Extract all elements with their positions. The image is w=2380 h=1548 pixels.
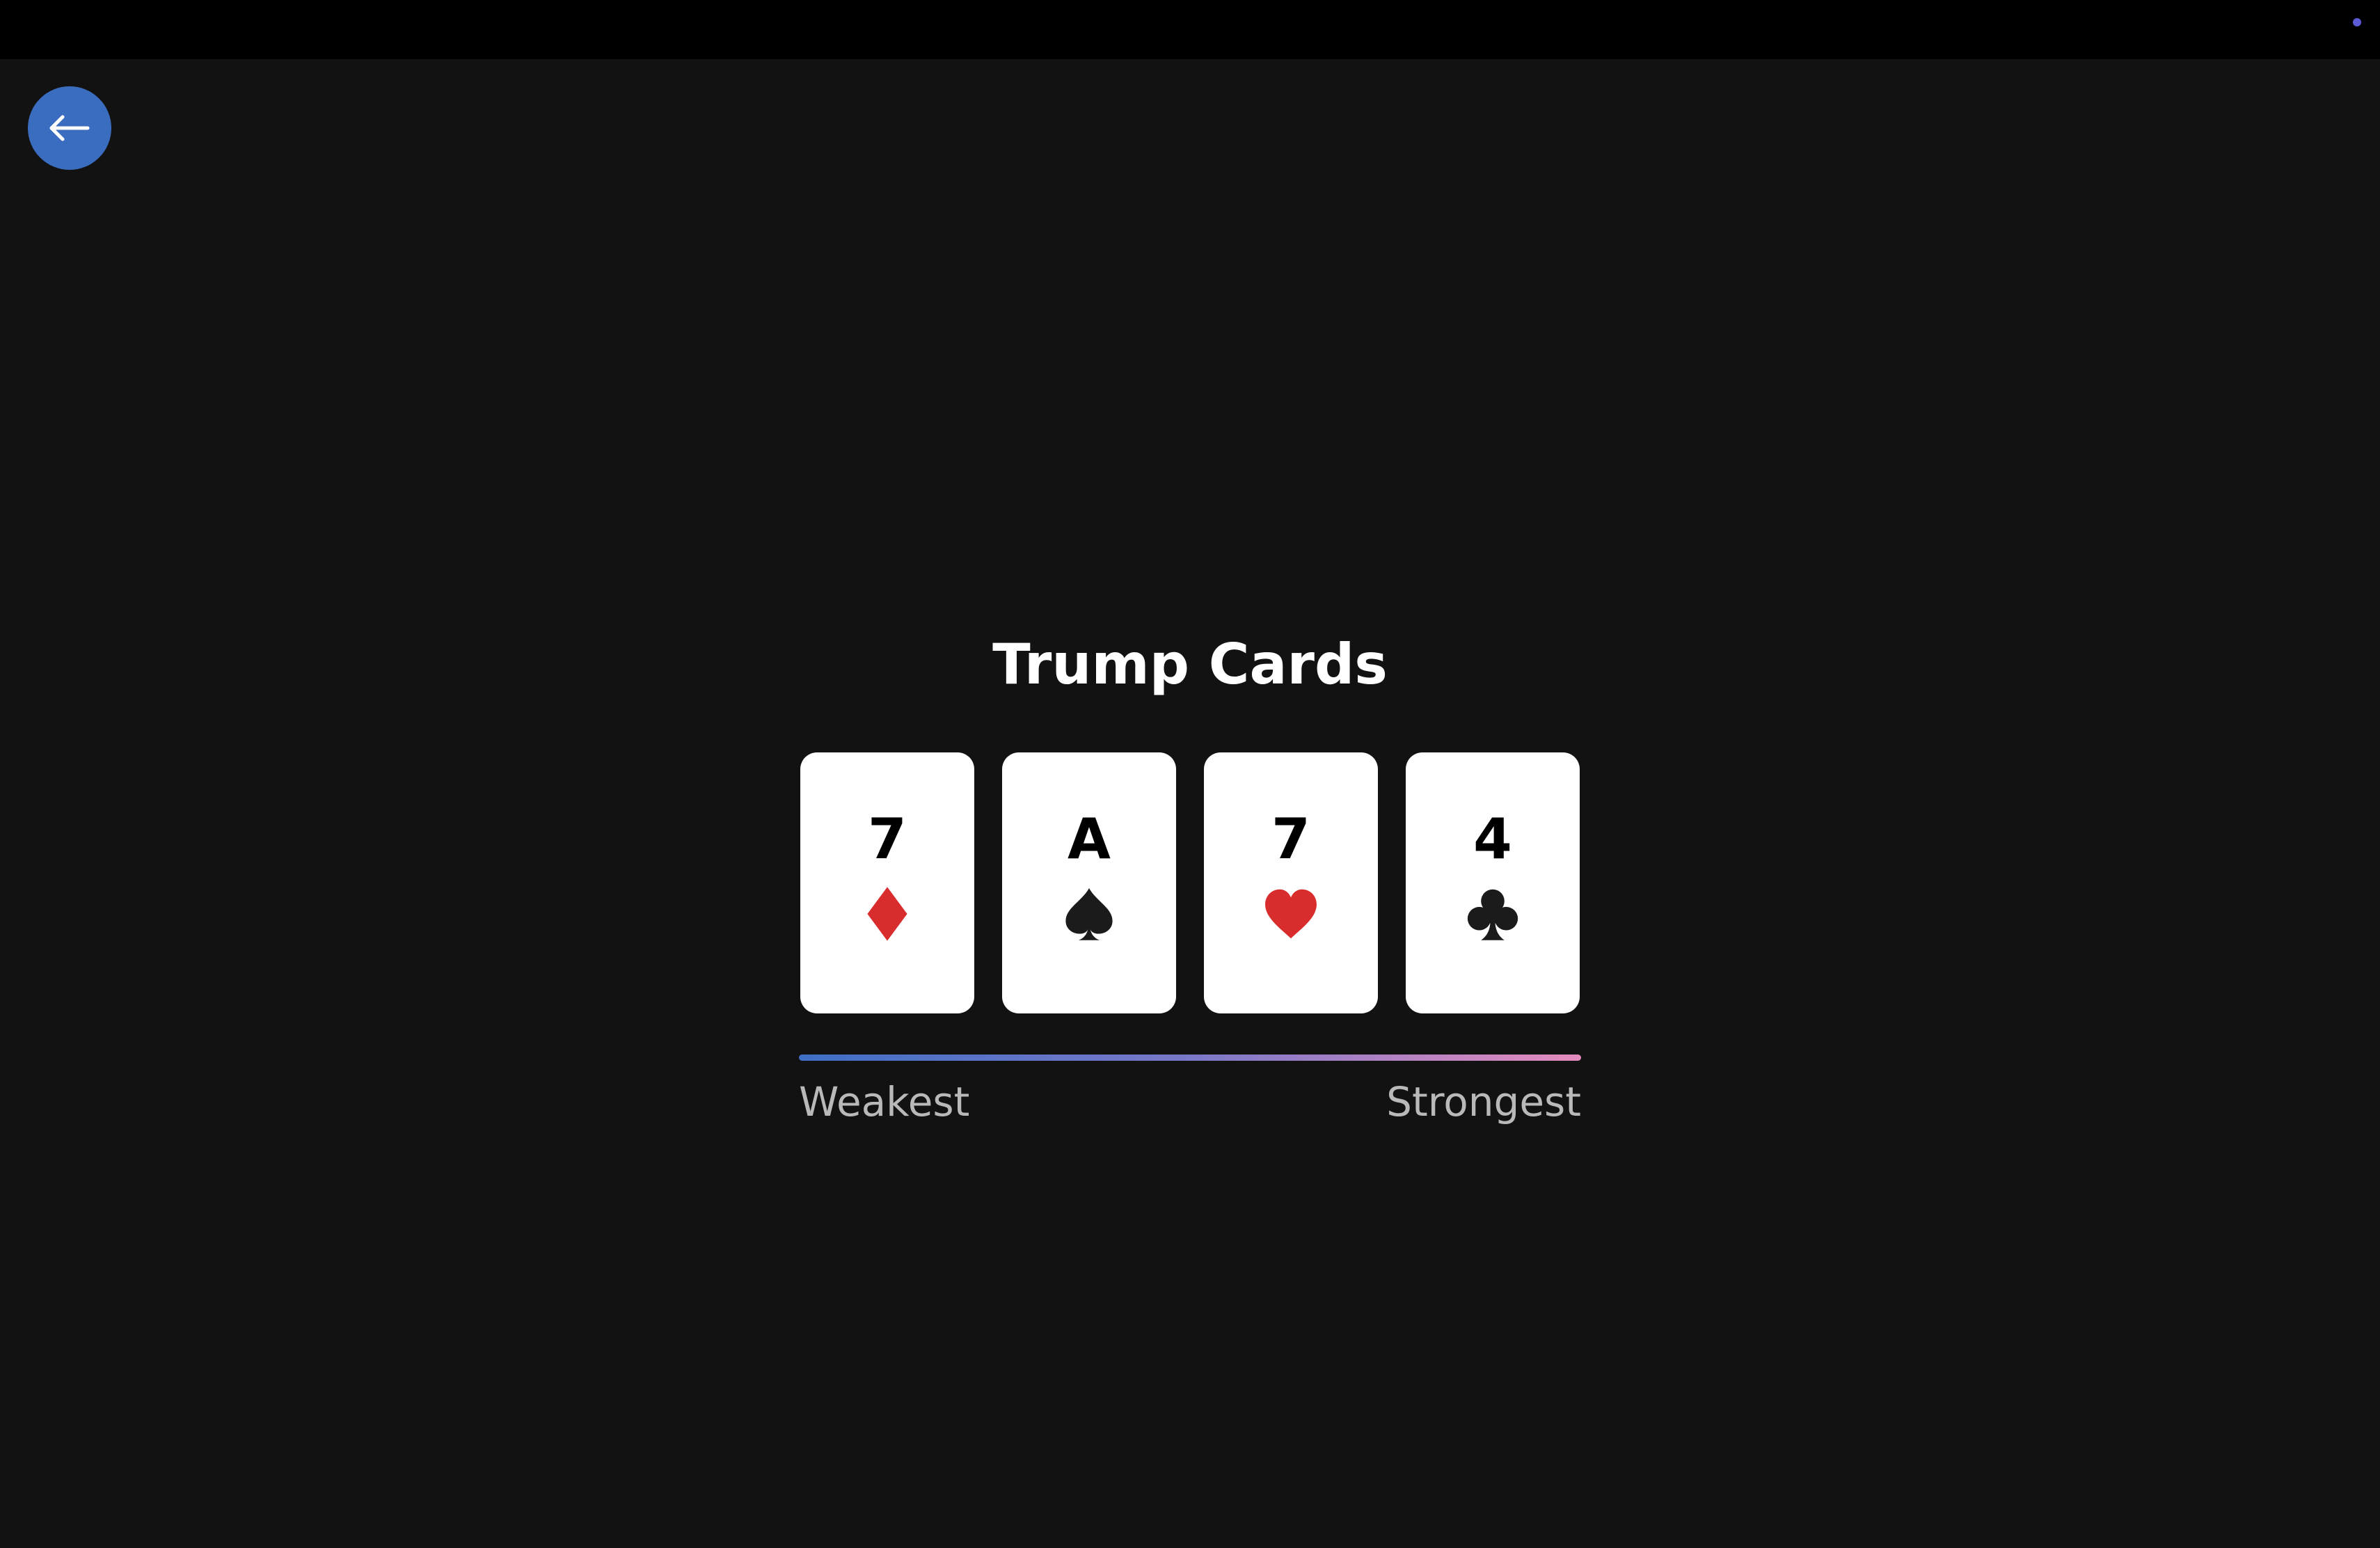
card-rank: 7	[1271, 807, 1310, 871]
card-rank: 4	[1473, 807, 1512, 871]
back-button[interactable]	[28, 86, 111, 170]
trump-card[interactable]: A	[1002, 752, 1176, 1013]
status-indicator-dot	[2353, 18, 2361, 26]
card-rank: A	[1068, 807, 1111, 871]
weakest-label: Weakest	[799, 1078, 970, 1126]
trump-card[interactable]: 4	[1406, 752, 1580, 1013]
top-status-bar	[0, 0, 2380, 59]
strongest-label: Strongest	[1386, 1078, 1581, 1126]
arrow-left-icon	[47, 106, 92, 150]
trump-card[interactable]: 7	[800, 752, 974, 1013]
trump-cards-row: 7 A 7 4	[800, 752, 1580, 1013]
diamond-icon	[858, 885, 917, 943]
page-title: Trump Cards	[992, 632, 1388, 697]
strength-gradient-bar	[799, 1055, 1581, 1061]
heart-icon	[1262, 885, 1320, 943]
club-icon	[1463, 885, 1522, 943]
card-rank: 7	[868, 807, 907, 871]
trump-card[interactable]: 7	[1204, 752, 1378, 1013]
spade-icon	[1060, 885, 1118, 943]
